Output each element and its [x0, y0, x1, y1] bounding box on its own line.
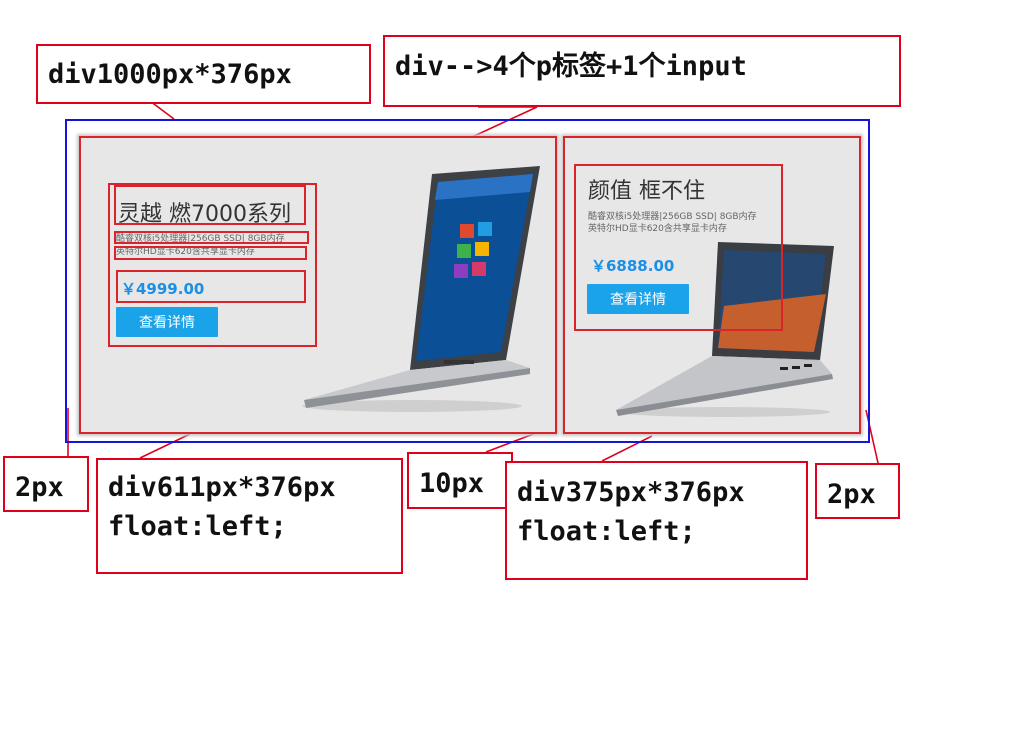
callout-middle-gap: 10px — [407, 452, 513, 509]
left-title-outline — [114, 185, 306, 225]
callout-left-gap: 2px — [3, 456, 89, 512]
left-price-outline — [116, 270, 306, 303]
right-info-group-outline — [574, 164, 783, 331]
callout-outer-div: div1000px*376px — [36, 44, 371, 104]
left-spec1-outline — [114, 231, 309, 244]
right-div-float-label: float:left; — [517, 516, 696, 548]
right-div-size-label: div375px*376px — [517, 477, 745, 508]
left-div-size-label: div611px*376px — [108, 472, 336, 503]
left-spec2-outline — [114, 246, 307, 260]
callout-left-div: div611px*376px float:left; — [96, 458, 403, 574]
left-div-float-label: float:left; — [108, 511, 287, 543]
callout-inner-div: div-->4个p标签+1个input — [383, 35, 901, 107]
callout-right-div: div375px*376px float:left; — [505, 461, 808, 580]
callout-right-gap: 2px — [815, 463, 900, 519]
laptop-image-left — [302, 166, 540, 412]
